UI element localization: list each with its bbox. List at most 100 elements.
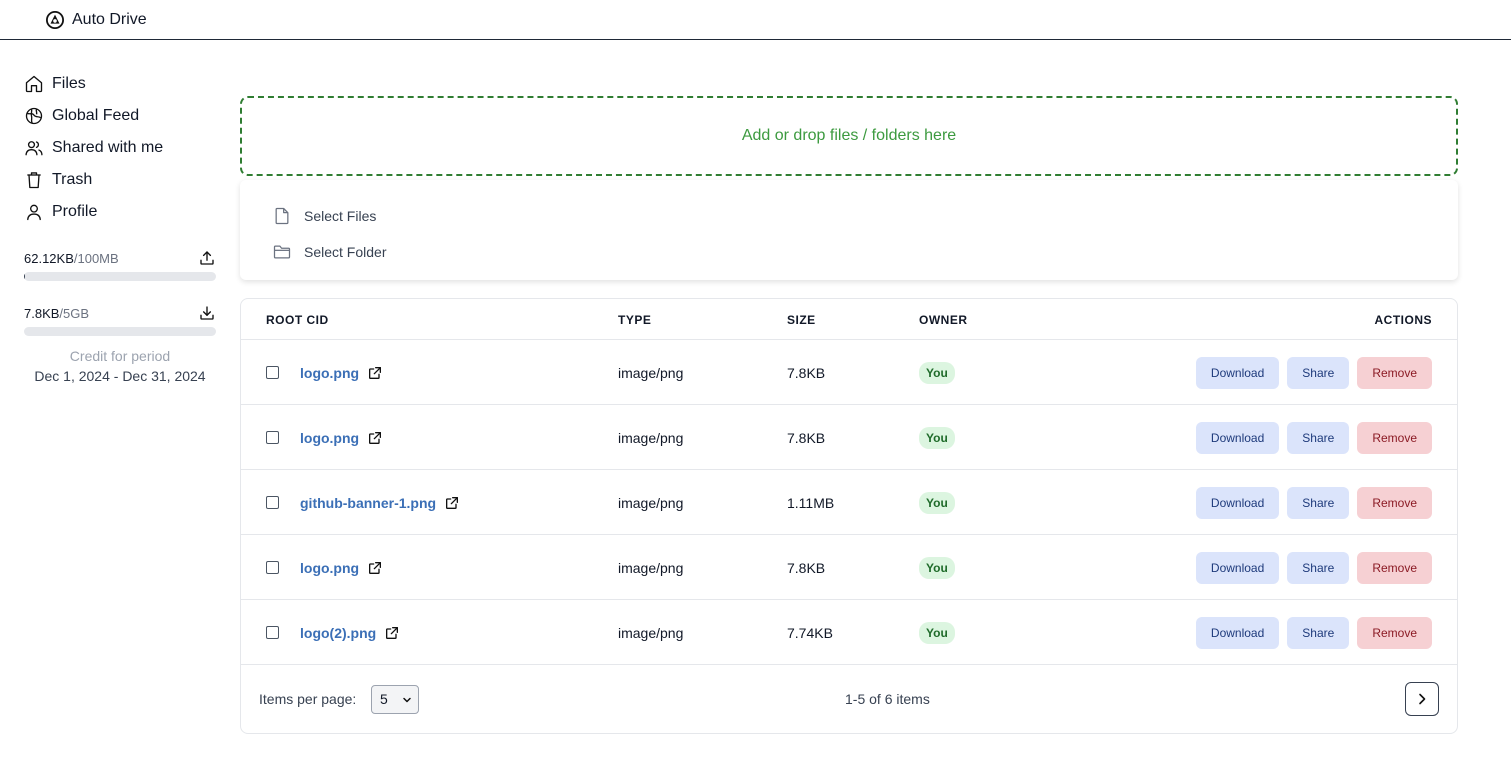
remove-button[interactable]: Remove — [1357, 551, 1432, 584]
size-cell: 7.8KB — [787, 364, 826, 381]
sidebar-item-profile[interactable]: Profile — [24, 196, 216, 228]
sidebar-item-label: Global Feed — [52, 107, 140, 124]
items-per-page-select[interactable]: 5 — [371, 684, 419, 714]
app-name[interactable]: Auto Drive — [72, 11, 147, 29]
share-button[interactable]: Share — [1287, 421, 1350, 454]
sidebar: Files Global Feed Shared with me Trash P… — [24, 68, 216, 386]
download-limit: /5GB — [59, 305, 90, 321]
remove-button[interactable]: Remove — [1357, 486, 1432, 519]
file-name-link[interactable]: logo.png — [300, 365, 359, 381]
header-size: SIZE — [787, 313, 816, 327]
owner-badge: You — [919, 491, 955, 514]
cid-cell: logo.png — [266, 405, 383, 470]
download-usage-bar — [24, 327, 216, 336]
select-files-label: Select Files — [304, 208, 377, 224]
upload-usage-fill — [24, 272, 25, 281]
dropzone-text: Add or drop files / folders here — [741, 127, 957, 144]
size-cell: 7.8KB — [787, 429, 826, 446]
header-type: TYPE — [618, 313, 652, 327]
select-files-option[interactable]: Select Files — [240, 198, 1458, 234]
file-dropzone[interactable]: Add or drop files / folders here — [240, 96, 1458, 176]
external-link-icon[interactable] — [384, 625, 400, 641]
external-link-icon[interactable] — [444, 495, 460, 511]
size-cell: 1.11MB — [787, 494, 835, 511]
next-page-button[interactable] — [1405, 682, 1439, 716]
sidebar-item-trash[interactable]: Trash — [24, 164, 216, 196]
sidebar-item-label: Files — [52, 75, 86, 92]
type-cell: image/png — [618, 624, 684, 641]
table-row: github-banner-1.png image/png 1.11MB You… — [241, 470, 1457, 535]
remove-button[interactable]: Remove — [1357, 356, 1432, 389]
select-folder-label: Select Folder — [304, 244, 387, 260]
file-name-link[interactable]: logo.png — [300, 430, 359, 446]
download-used: 7.8KB — [24, 305, 60, 321]
type-cell: image/png — [618, 364, 684, 381]
download-usage: 7.8KB/5GB — [24, 303, 216, 336]
size-cell: 7.74KB — [787, 624, 833, 641]
globe-icon — [25, 107, 43, 125]
chevron-down-icon — [403, 697, 411, 702]
share-button[interactable]: Share — [1287, 486, 1350, 519]
table-row: logo.png image/png 7.8KB You Download Sh… — [241, 405, 1457, 470]
auto-drive-logo-icon[interactable] — [46, 10, 64, 29]
external-link-icon[interactable] — [367, 560, 383, 576]
row-checkbox[interactable] — [266, 561, 279, 574]
type-cell: image/png — [618, 494, 684, 511]
cid-cell: logo(2).png — [266, 600, 400, 665]
file-name-link[interactable]: logo.png — [300, 560, 359, 576]
owner-cell: You — [919, 470, 955, 535]
file-icon — [275, 207, 289, 225]
download-button[interactable]: Download — [1195, 486, 1280, 519]
download-button[interactable]: Download — [1195, 421, 1280, 454]
share-button[interactable]: Share — [1287, 551, 1350, 584]
remove-button[interactable]: Remove — [1357, 616, 1432, 649]
files-table: ROOT CID TYPE SIZE OWNER ACTIONS logo.pn… — [240, 298, 1458, 734]
upload-used: 62.12KB — [24, 250, 74, 266]
pagination-range: 1-5 of 6 items — [845, 691, 930, 707]
row-checkbox[interactable] — [266, 496, 279, 509]
items-per-page-value: 5 — [380, 691, 388, 707]
trash-icon — [27, 172, 41, 189]
actions-cell: Download Share Remove — [1195, 470, 1432, 535]
download-icon[interactable] — [198, 304, 216, 322]
sidebar-item-global-feed[interactable]: Global Feed — [24, 100, 216, 132]
type-cell: image/png — [618, 429, 684, 446]
chevron-right-icon — [1419, 693, 1426, 705]
users-icon — [25, 141, 43, 156]
sidebar-item-label: Profile — [52, 203, 98, 220]
sidebar-item-label: Shared with me — [52, 139, 164, 156]
table-row: logo.png image/png 7.8KB You Download Sh… — [241, 535, 1457, 600]
share-button[interactable]: Share — [1287, 616, 1350, 649]
type-cell: image/png — [618, 559, 684, 576]
owner-badge: You — [919, 621, 955, 644]
credit-period: Credit for period Dec 1, 2024 - Dec 31, … — [24, 346, 216, 386]
download-button[interactable]: Download — [1195, 616, 1280, 649]
upload-usage-text: 62.12KB/100MB — [24, 251, 119, 266]
row-checkbox[interactable] — [266, 431, 279, 444]
actions-cell: Download Share Remove — [1195, 405, 1432, 470]
download-button[interactable]: Download — [1195, 356, 1280, 389]
file-name-link[interactable]: github-banner-1.png — [300, 495, 436, 511]
upload-icon[interactable] — [198, 249, 216, 267]
table-row: logo.png image/png 7.8KB You Download Sh… — [241, 340, 1457, 405]
file-name-link[interactable]: logo(2).png — [300, 625, 376, 641]
external-link-icon[interactable] — [367, 430, 383, 446]
owner-cell: You — [919, 600, 955, 665]
items-per-page-label: Items per page: — [259, 691, 357, 707]
download-button[interactable]: Download — [1195, 551, 1280, 584]
row-checkbox[interactable] — [266, 366, 279, 379]
row-checkbox[interactable] — [266, 626, 279, 639]
size-cell: 7.8KB — [787, 559, 826, 576]
remove-button[interactable]: Remove — [1357, 421, 1432, 454]
header-owner: OWNER — [919, 313, 968, 327]
upload-limit: /100MB — [73, 250, 119, 266]
sidebar-item-shared[interactable]: Shared with me — [24, 132, 216, 164]
owner-badge: You — [919, 426, 955, 449]
share-button[interactable]: Share — [1287, 356, 1350, 389]
header-root-cid: ROOT CID — [266, 313, 329, 327]
select-folder-option[interactable]: Select Folder — [240, 234, 1458, 270]
sidebar-item-files[interactable]: Files — [24, 68, 216, 100]
sidebar-item-label: Trash — [52, 171, 93, 188]
external-link-icon[interactable] — [367, 365, 383, 381]
cid-cell: logo.png — [266, 535, 383, 600]
